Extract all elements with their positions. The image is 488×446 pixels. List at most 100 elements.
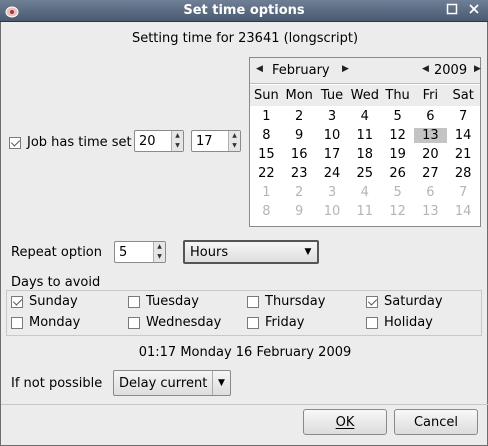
calendar-day[interactable]: 5 <box>381 185 414 200</box>
calendar-day[interactable]: 22 <box>250 166 283 181</box>
avoid-day-checkbox[interactable]: Sunday <box>11 294 78 309</box>
calendar-day[interactable]: 4 <box>348 109 381 124</box>
calendar-day[interactable]: 4 <box>348 185 381 200</box>
calendar-week-row: 1234567 <box>250 183 480 202</box>
repeat-spinbox[interactable]: 5 ▲ ▼ <box>114 241 166 263</box>
calendar-day[interactable]: 13 <box>413 128 447 143</box>
calendar-day[interactable]: 7 <box>447 109 480 124</box>
avoid-day-checkbox[interactable]: Monday <box>11 315 80 330</box>
avoid-day-label: Tuesday <box>146 294 199 309</box>
avoid-day-checkbox[interactable]: Friday <box>247 315 304 330</box>
calendar-day[interactable]: 14 <box>447 128 480 143</box>
calendar-day[interactable]: 13 <box>414 204 447 219</box>
calendar-day[interactable]: 27 <box>414 166 447 181</box>
checkbox[interactable] <box>247 316 259 329</box>
ok-button[interactable]: OK <box>303 409 387 435</box>
repeat-unit-value: Hours <box>190 244 229 260</box>
calendar[interactable]: ◀ February ▶ ◀ 2009 ▶ Sun Mon Tue Wed Thu Fri… <box>249 57 481 227</box>
square-icon[interactable] <box>444 3 460 19</box>
minute-spinbox[interactable]: 17 ▲ ▼ <box>191 130 241 152</box>
day-header: Tue <box>320 88 344 103</box>
checkbox[interactable] <box>247 295 259 308</box>
chevron-down-icon: ▼ <box>304 247 312 257</box>
close-icon[interactable] <box>466 3 482 19</box>
repeat-value: 5 <box>119 244 128 260</box>
avoid-day-label: Monday <box>29 315 81 330</box>
calendar-day[interactable]: 16 <box>283 147 316 162</box>
calendar-week-row: 1234567 <box>250 107 480 126</box>
month-label[interactable]: February <box>272 63 330 78</box>
calendar-day[interactable]: 24 <box>316 166 349 181</box>
calendar-week-row: 8 9 10 11 12 13 14 <box>250 202 480 221</box>
next-year-icon[interactable]: ▶ <box>474 64 481 74</box>
calendar-day[interactable]: 11 <box>348 204 381 219</box>
calendar-day[interactable]: 6 <box>414 185 447 200</box>
checkbox[interactable] <box>11 316 23 329</box>
calendar-day[interactable]: 11 <box>348 128 381 143</box>
checkbox[interactable] <box>128 316 140 329</box>
calendar-day[interactable]: 28 <box>447 166 480 181</box>
cancel-button[interactable]: Cancel <box>394 409 478 435</box>
time-set-checkbox[interactable]: Job has time set <box>9 135 132 150</box>
ok-label: OK <box>335 414 355 430</box>
calendar-day[interactable]: 25 <box>348 166 381 181</box>
repeat-unit-select[interactable]: Hours ▼ <box>183 240 319 264</box>
calendar-day[interactable]: 2 <box>283 109 316 124</box>
calendar-day[interactable]: 7 <box>447 185 480 200</box>
spin-down-icon[interactable]: ▼ <box>229 141 240 151</box>
checkbox[interactable] <box>366 316 378 329</box>
calendar-day[interactable]: 6 <box>414 109 447 124</box>
calendar-day[interactable]: 20 <box>414 147 447 162</box>
if-not-possible-select[interactable]: Delay current ▼ <box>113 370 231 396</box>
year-label[interactable]: 2009 <box>434 63 467 78</box>
next-month-icon[interactable]: ▶ <box>342 64 349 74</box>
calendar-day[interactable]: 8 <box>250 128 283 143</box>
calendar-day[interactable]: 26 <box>381 166 414 181</box>
avoid-day-checkbox[interactable]: Holiday <box>366 315 433 330</box>
avoid-day-label: Sunday <box>29 294 78 309</box>
avoid-day-checkbox[interactable]: Tuesday <box>128 294 199 309</box>
spin-up-icon[interactable]: ▲ <box>229 131 240 141</box>
avoid-day-checkbox[interactable]: Thursday <box>247 294 325 309</box>
calendar-day[interactable]: 21 <box>447 147 480 162</box>
calendar-day[interactable]: 17 <box>316 147 349 162</box>
calendar-day[interactable]: 19 <box>381 147 414 162</box>
checkbox[interactable] <box>366 295 378 308</box>
calendar-day[interactable]: 14 <box>447 204 480 219</box>
calendar-day[interactable]: 12 <box>381 204 414 219</box>
calendar-day[interactable]: 5 <box>381 109 414 124</box>
checkbox[interactable] <box>128 295 140 308</box>
title-bar[interactable]: Set time options <box>0 0 488 22</box>
spin-up-icon[interactable]: ▲ <box>154 242 165 252</box>
calendar-day[interactable]: 18 <box>348 147 381 162</box>
checkbox[interactable] <box>9 136 21 149</box>
avoid-day-checkbox[interactable]: Saturday <box>366 294 443 309</box>
calendar-day[interactable]: 9 <box>283 204 316 219</box>
calendar-day[interactable]: 15 <box>250 147 283 162</box>
calendar-day[interactable]: 12 <box>381 128 414 143</box>
day-header: Sun <box>254 88 279 103</box>
calendar-week-row: 8 9 10 11 12 13 14 <box>250 126 480 145</box>
hour-spinbox[interactable]: 20 ▲ ▼ <box>134 130 184 152</box>
avoid-day-label: Saturday <box>384 294 443 309</box>
calendar-day[interactable]: 8 <box>250 204 283 219</box>
calendar-day[interactable]: 3 <box>316 109 349 124</box>
days-to-avoid-label: Days to avoid <box>11 275 101 290</box>
checkbox[interactable] <box>11 295 23 308</box>
calendar-day[interactable]: 23 <box>283 166 316 181</box>
prev-year-icon[interactable]: ◀ <box>422 64 429 74</box>
calendar-day[interactable]: 1 <box>250 109 283 124</box>
calendar-day[interactable]: 10 <box>316 204 349 219</box>
calendar-grid: Sun Mon Tue Wed Thu Fri Sat 1 2 3 4 5 6 7 8 9 10 11 12 13 14… <box>250 85 480 221</box>
spin-up-icon[interactable]: ▲ <box>172 131 183 141</box>
calendar-day[interactable]: 10 <box>316 128 349 143</box>
spin-down-icon[interactable]: ▼ <box>172 141 183 151</box>
spin-down-icon[interactable]: ▼ <box>154 252 165 262</box>
avoid-day-checkbox[interactable]: Wednesday <box>128 315 221 330</box>
divider <box>1 404 488 405</box>
calendar-day[interactable]: 1 <box>250 185 283 200</box>
calendar-day[interactable]: 2 <box>283 185 316 200</box>
calendar-day[interactable]: 9 <box>283 128 316 143</box>
calendar-day[interactable]: 3 <box>316 185 349 200</box>
prev-month-icon[interactable]: ◀ <box>256 64 263 74</box>
